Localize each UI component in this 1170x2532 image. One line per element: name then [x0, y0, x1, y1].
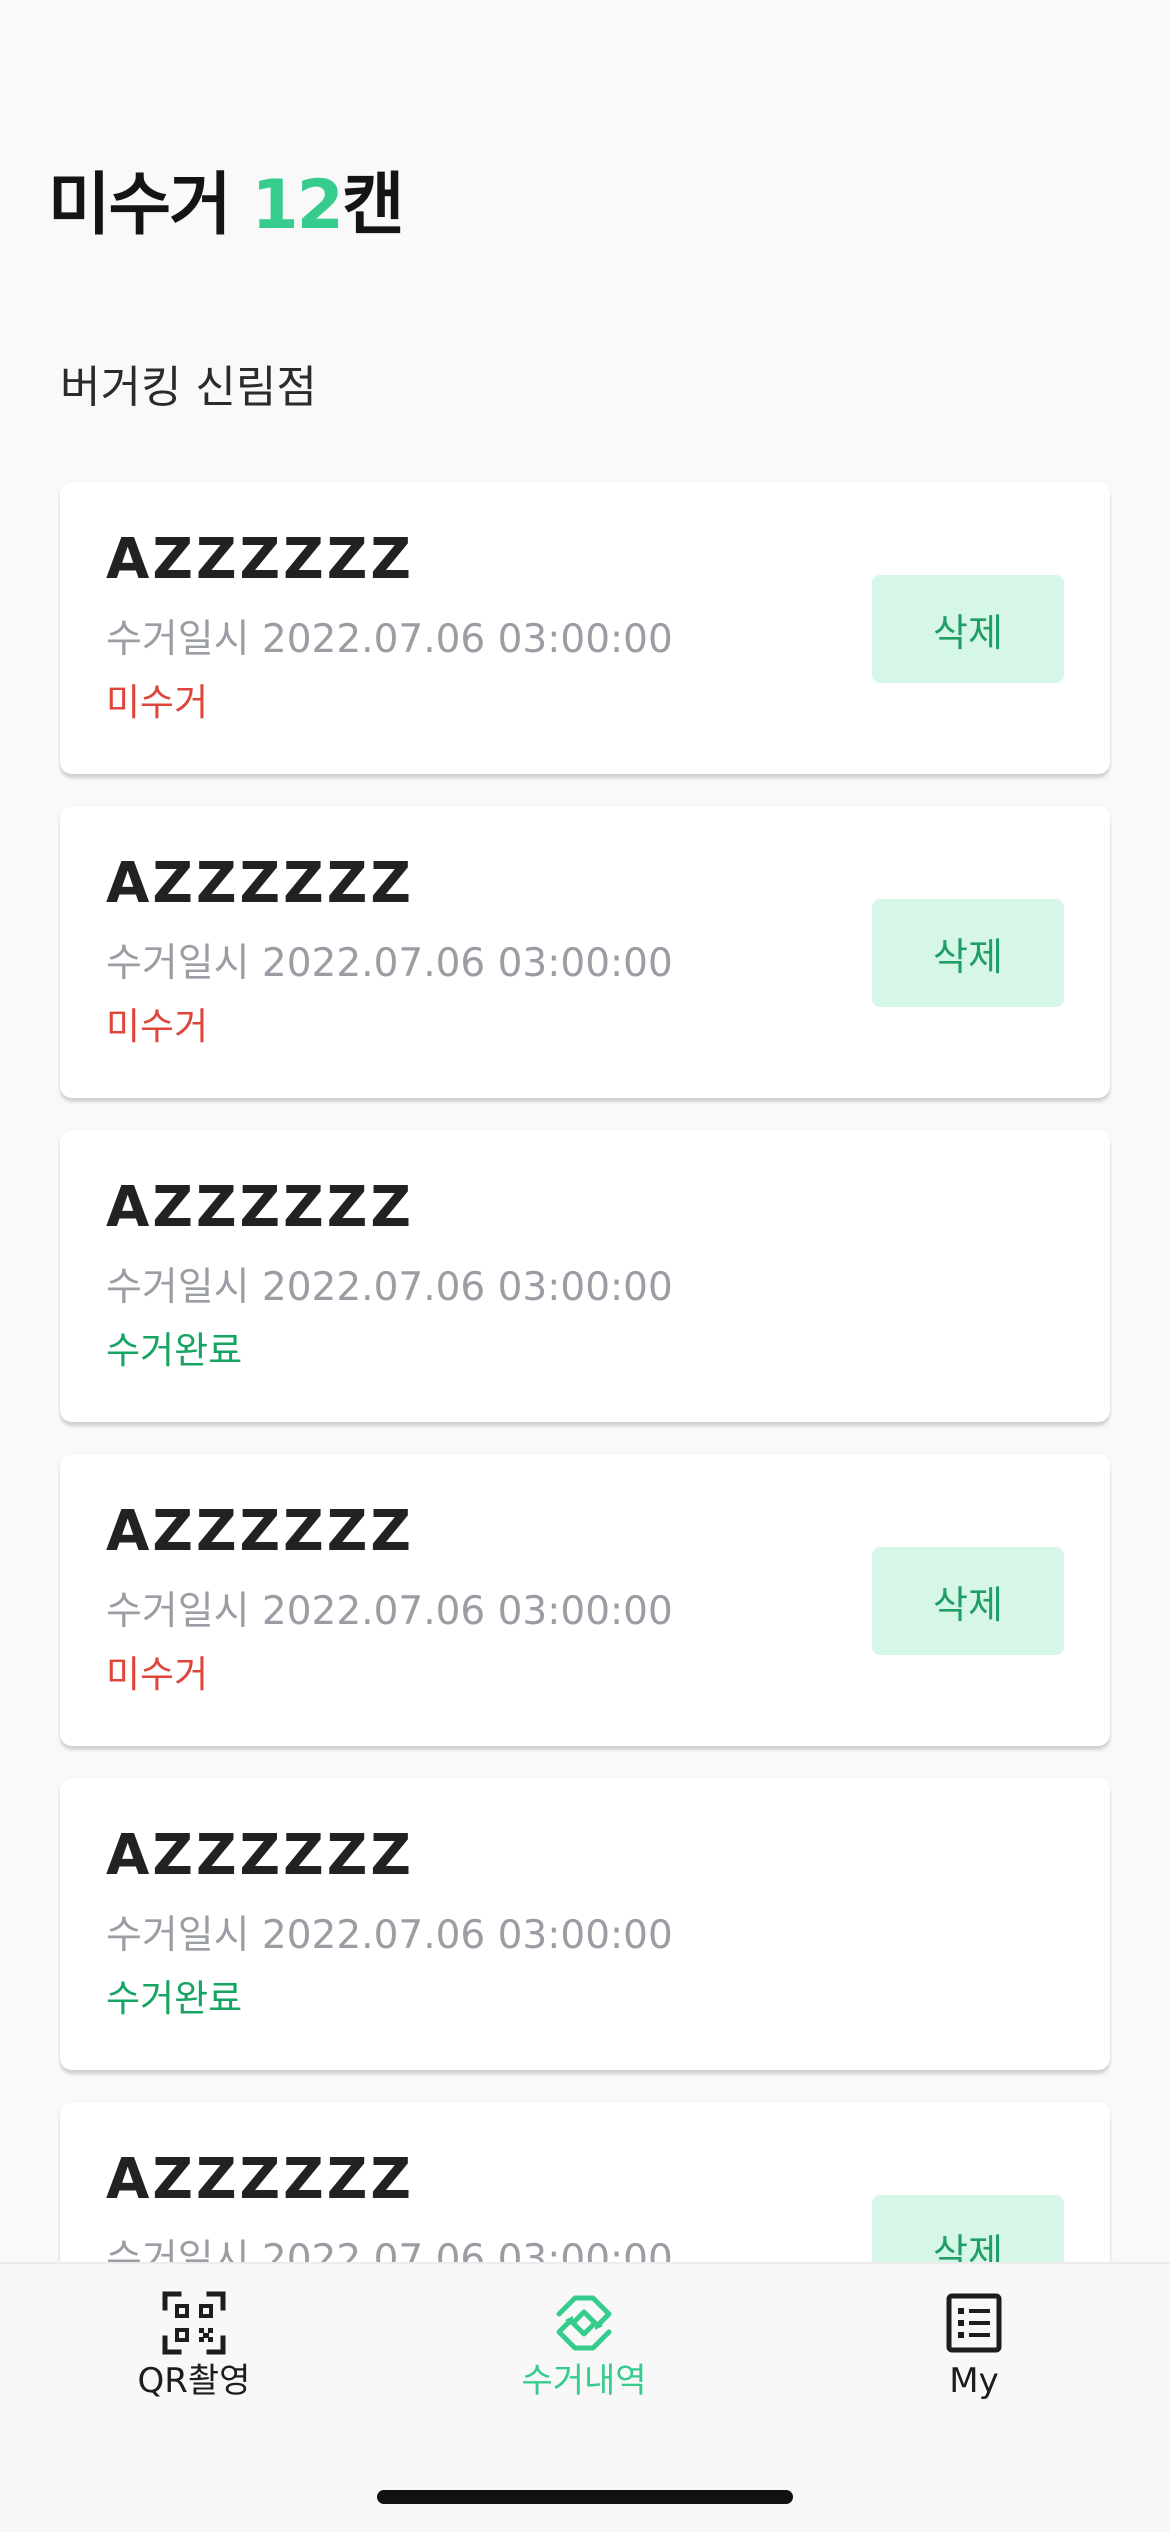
- title-prefix: 미수거: [48, 166, 252, 245]
- delete-button[interactable]: 삭제: [872, 575, 1064, 683]
- item-date: 수거일시 2022.07.06 03:00:00: [106, 1913, 673, 1958]
- item-date: 수거일시 2022.07.06 03:00:00: [106, 1589, 673, 1634]
- store-name: 버거킹 신림점: [60, 362, 317, 413]
- qr-code-icon: [162, 2291, 226, 2355]
- title-suffix: 캔: [342, 166, 405, 245]
- item-code: AZZZZZZ: [106, 1175, 414, 1240]
- tab-my[interactable]: My: [854, 2290, 1094, 2420]
- recycle-icon: [556, 2295, 612, 2351]
- item-status: 수거완료: [106, 1977, 243, 2020]
- item-code: AZZZZZZ: [106, 1823, 414, 1888]
- collection-list: AZZZZZZ 수거일시 2022.07.06 03:00:00 미수거 삭제 …: [60, 482, 1110, 2426]
- item-code: AZZZZZZ: [106, 1499, 414, 1564]
- delete-button[interactable]: 삭제: [872, 899, 1064, 1007]
- item-status: 미수거: [106, 1653, 209, 1696]
- tab-label: 수거내역: [521, 2361, 647, 2401]
- home-indicator[interactable]: [377, 2490, 793, 2504]
- list-item[interactable]: AZZZZZZ 수거일시 2022.07.06 03:00:00 미수거 삭제: [60, 482, 1110, 774]
- item-code: AZZZZZZ: [106, 2147, 414, 2212]
- item-date: 수거일시 2022.07.06 03:00:00: [106, 1265, 673, 1310]
- item-date: 수거일시 2022.07.06 03:00:00: [106, 617, 673, 662]
- list-item[interactable]: AZZZZZZ 수거일시 2022.07.06 03:00:00 미수거 삭제: [60, 806, 1110, 1098]
- item-status: 미수거: [106, 681, 209, 724]
- item-code: AZZZZZZ: [106, 527, 414, 592]
- list-item[interactable]: AZZZZZZ 수거일시 2022.07.06 03:00:00 미수거 삭제: [60, 1454, 1110, 1746]
- item-status: 미수거: [106, 1005, 209, 1048]
- tab-label: QR촬영: [137, 2361, 251, 2401]
- tab-collection-history[interactable]: 수거내역: [464, 2290, 704, 2420]
- list-icon: [946, 2293, 1002, 2353]
- delete-button[interactable]: 삭제: [872, 1547, 1064, 1655]
- tab-qr-scan[interactable]: QR촬영: [74, 2290, 314, 2420]
- page-title: 미수거 12캔: [48, 172, 405, 240]
- item-status: 수거완료: [106, 1329, 243, 1372]
- uncollected-count: 12: [251, 166, 344, 245]
- item-date: 수거일시 2022.07.06 03:00:00: [106, 941, 673, 986]
- screen: 미수거 12캔 버거킹 신림점 AZZZZZZ 수거일시 2022.07.06 …: [0, 0, 1170, 2532]
- item-code: AZZZZZZ: [106, 851, 414, 916]
- list-item[interactable]: AZZZZZZ 수거일시 2022.07.06 03:00:00 수거완료: [60, 1130, 1110, 1422]
- tab-label: My: [949, 2361, 999, 2401]
- list-item[interactable]: AZZZZZZ 수거일시 2022.07.06 03:00:00 수거완료: [60, 1778, 1110, 2070]
